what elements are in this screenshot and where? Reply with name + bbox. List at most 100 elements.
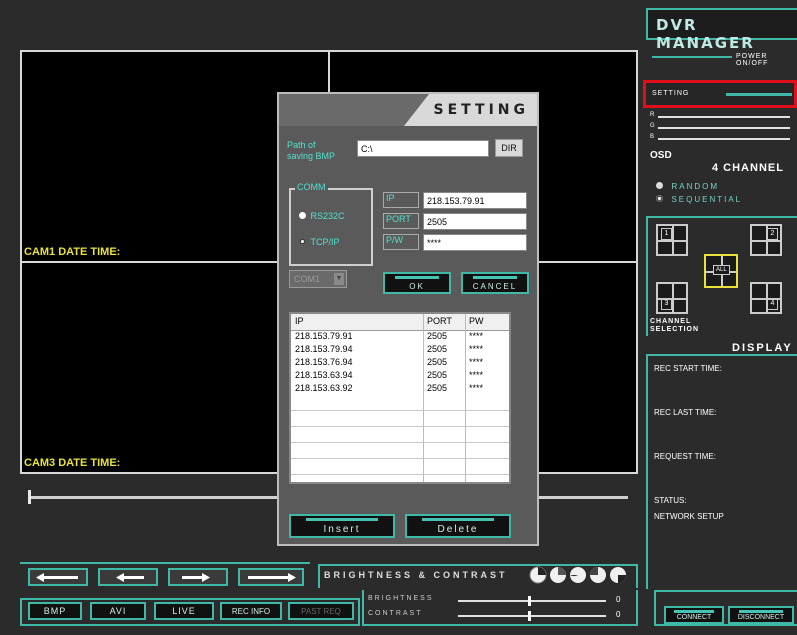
empty-row [291, 410, 509, 425]
empty-row [291, 442, 509, 457]
rewind-button[interactable] [98, 568, 158, 586]
pw-input[interactable] [423, 234, 527, 251]
power-row[interactable]: POWER ON/OFF [648, 52, 797, 70]
timeline-slider-handle[interactable] [28, 490, 31, 504]
info-panel [646, 354, 797, 589]
power-label: POWER ON/OFF [736, 53, 769, 67]
brightness-slider-handle[interactable] [528, 596, 531, 606]
channel-2-number: 2 [767, 228, 778, 240]
rs232c-label: RS232C [310, 211, 345, 221]
comm-group [289, 188, 373, 266]
delete-button[interactable]: Delete [405, 514, 511, 538]
b-label: B [650, 134, 656, 140]
table-cell-pw: **** [469, 370, 484, 380]
table-cell-ip: 218.153.63.92 [295, 383, 353, 393]
cancel-label: CANCEL [472, 281, 518, 291]
bmp-button[interactable]: BMP [28, 602, 82, 620]
port-input[interactable] [423, 213, 527, 230]
play-button[interactable] [168, 568, 228, 586]
chevron-down-icon: ▼ [334, 273, 344, 285]
table-row[interactable]: 218.153.79.91 2505 **** [291, 331, 509, 343]
insert-button[interactable]: Insert [289, 514, 395, 538]
rewind-fast-button[interactable] [28, 568, 88, 586]
mode-sequential-label: SEQUENTIAL [671, 195, 743, 204]
preset-icons[interactable] [526, 564, 636, 586]
cancel-button[interactable]: CANCEL [461, 272, 529, 294]
comm-tcpip-option[interactable]: TCP/IP [299, 232, 339, 250]
disconnect-button[interactable]: DISCONNECT [728, 606, 794, 624]
table-row[interactable]: 218.153.79.94 2505 **** [291, 344, 509, 356]
table-cell-ip: 218.153.63.94 [295, 370, 353, 380]
channel-1-number: 1 [661, 228, 672, 240]
osd-label[interactable]: OSD [650, 150, 672, 161]
table-header-pw[interactable]: PW [469, 316, 484, 326]
radio-tcpip-icon [299, 238, 306, 245]
delete-bar [422, 518, 494, 521]
grid-divider [752, 298, 780, 300]
display-label: DISPLAY [732, 342, 793, 354]
fast-forward-button[interactable] [238, 568, 304, 586]
table-cell-port: 2505 [427, 357, 448, 367]
table-header-ip[interactable]: IP [295, 316, 304, 326]
past-req-button[interactable]: PAST REQ [288, 602, 354, 620]
pw-label: P/W [383, 234, 419, 250]
channel-3-button[interactable]: 3 [656, 282, 688, 314]
contrast-slider-handle[interactable] [528, 611, 531, 621]
dialog-header: SETTING [279, 94, 537, 126]
table-row[interactable]: 218.153.63.92 2505 **** [291, 383, 509, 395]
avi-button[interactable]: AVI [90, 602, 146, 620]
g-slider[interactable] [658, 127, 790, 129]
r-slider[interactable] [658, 116, 790, 118]
power-line [652, 56, 732, 58]
com-select[interactable]: COM1 ▼ [289, 270, 347, 288]
empty-row [291, 474, 509, 483]
cancel-bar [472, 276, 518, 279]
ok-label: OK [409, 281, 425, 291]
table-header-port[interactable]: PORT [427, 316, 452, 326]
table-cell-port: 2505 [427, 331, 448, 341]
comm-label: COMM [295, 182, 328, 192]
setting-line [726, 93, 792, 96]
dir-button[interactable]: DIR [495, 139, 523, 157]
network-setup-label: NETWORK SETUP [654, 512, 724, 521]
channel-all-button[interactable]: ALL [704, 254, 738, 288]
table-row[interactable]: 218.153.76.94 2505 **** [291, 357, 509, 369]
radio-random-icon [656, 182, 663, 189]
table-row[interactable]: 218.153.63.94 2505 **** [291, 370, 509, 382]
g-label: G [650, 123, 656, 129]
rewind-fast-icon [36, 573, 78, 582]
live-button[interactable]: LIVE [154, 602, 214, 620]
comm-rs232c-option[interactable]: RS232C [299, 206, 344, 224]
app-title: DVR MANAGER [656, 16, 755, 52]
rewind-icon [116, 573, 144, 582]
table-cell-pw: **** [469, 344, 484, 354]
insert-bar [306, 518, 378, 521]
ok-button[interactable]: OK [383, 272, 451, 294]
tcpip-label: TCP/IP [310, 237, 340, 247]
mode-sequential[interactable]: SEQUENTIAL [656, 189, 742, 207]
table-cell-ip: 218.153.79.91 [295, 331, 353, 341]
channel-2-button[interactable]: 2 [750, 224, 782, 256]
path-input[interactable] [357, 140, 489, 157]
ok-bar [394, 276, 440, 279]
brightness-slider[interactable] [458, 600, 606, 602]
channel-4-button[interactable]: 4 [750, 282, 782, 314]
b-slider[interactable] [658, 138, 790, 140]
empty-row [291, 458, 509, 473]
app-title-bar: DVR MANAGER [646, 8, 797, 52]
contrast-slider[interactable] [458, 615, 606, 617]
table-cell-port: 2505 [427, 344, 448, 354]
channel-1-button[interactable]: 1 [656, 224, 688, 256]
connection-table[interactable]: IP PORT PW 218.153.79.91 2505 **** 218.1… [289, 312, 511, 484]
port-label: PORT [383, 213, 419, 229]
connect-button[interactable]: CONNECT [664, 606, 724, 624]
request-time-label: REQUEST TIME: [654, 452, 716, 461]
ip-input[interactable] [423, 192, 527, 209]
ip-label: IP [383, 192, 419, 208]
connect-label: CONNECT [676, 613, 712, 621]
setting-dialog: SETTING Path of saving BMP DIR COMM RS23… [277, 92, 539, 546]
rec-info-button[interactable]: REC INFO [220, 602, 282, 620]
rgb-sliders[interactable]: R G B [648, 112, 797, 146]
table-cell-pw: **** [469, 331, 484, 341]
setting-button[interactable]: SETTING [643, 80, 797, 108]
